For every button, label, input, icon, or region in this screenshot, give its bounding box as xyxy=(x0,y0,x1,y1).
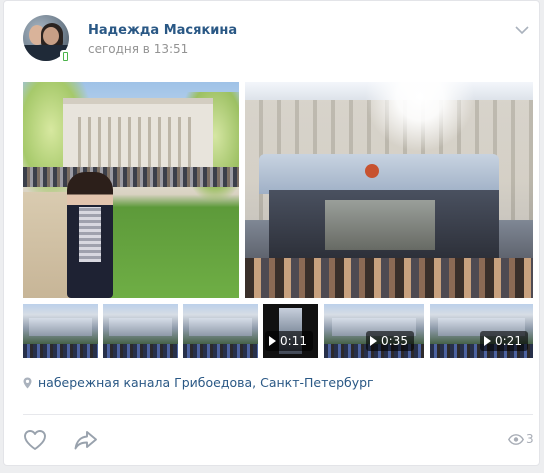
video-thumb-2[interactable]: 0:35 xyxy=(324,304,424,358)
views-count: 3 xyxy=(526,432,534,446)
post-location[interactable]: набережная канала Грибоедова, Санкт-Пете… xyxy=(23,375,374,390)
photo-thumb-2[interactable] xyxy=(103,304,178,358)
chevron-down-icon[interactable] xyxy=(515,25,529,35)
play-icon xyxy=(269,336,276,346)
heart-icon[interactable] xyxy=(23,429,47,451)
divider xyxy=(23,414,533,415)
share-arrow-icon[interactable] xyxy=(74,429,98,451)
photo-thumb-1[interactable] xyxy=(23,304,98,358)
eye-icon xyxy=(508,434,524,445)
video-duration-badge: 0:21 xyxy=(480,331,528,351)
wall-post: Надежда Масякина сегодня в 13:51 0:11 0:… xyxy=(3,0,540,466)
video-duration: 0:11 xyxy=(280,334,307,348)
post-time[interactable]: сегодня в 13:51 xyxy=(88,42,188,56)
video-duration-badge: 0:11 xyxy=(265,331,313,351)
video-duration-badge: 0:35 xyxy=(366,331,414,351)
video-duration: 0:21 xyxy=(495,334,522,348)
location-text: набережная канала Грибоедова, Санкт-Пете… xyxy=(38,375,374,390)
photo-thumb-3[interactable] xyxy=(183,304,258,358)
play-icon xyxy=(484,336,491,346)
mobile-online-icon xyxy=(60,50,71,64)
play-icon xyxy=(370,336,377,346)
location-pin-icon xyxy=(23,377,32,389)
video-thumb-3[interactable]: 0:21 xyxy=(430,304,533,358)
video-thumb-1[interactable]: 0:11 xyxy=(263,304,318,358)
author-name[interactable]: Надежда Масякина xyxy=(88,23,237,38)
photo-woman-garden[interactable] xyxy=(23,82,239,298)
video-duration: 0:35 xyxy=(381,334,408,348)
photo-stage[interactable] xyxy=(245,82,533,298)
